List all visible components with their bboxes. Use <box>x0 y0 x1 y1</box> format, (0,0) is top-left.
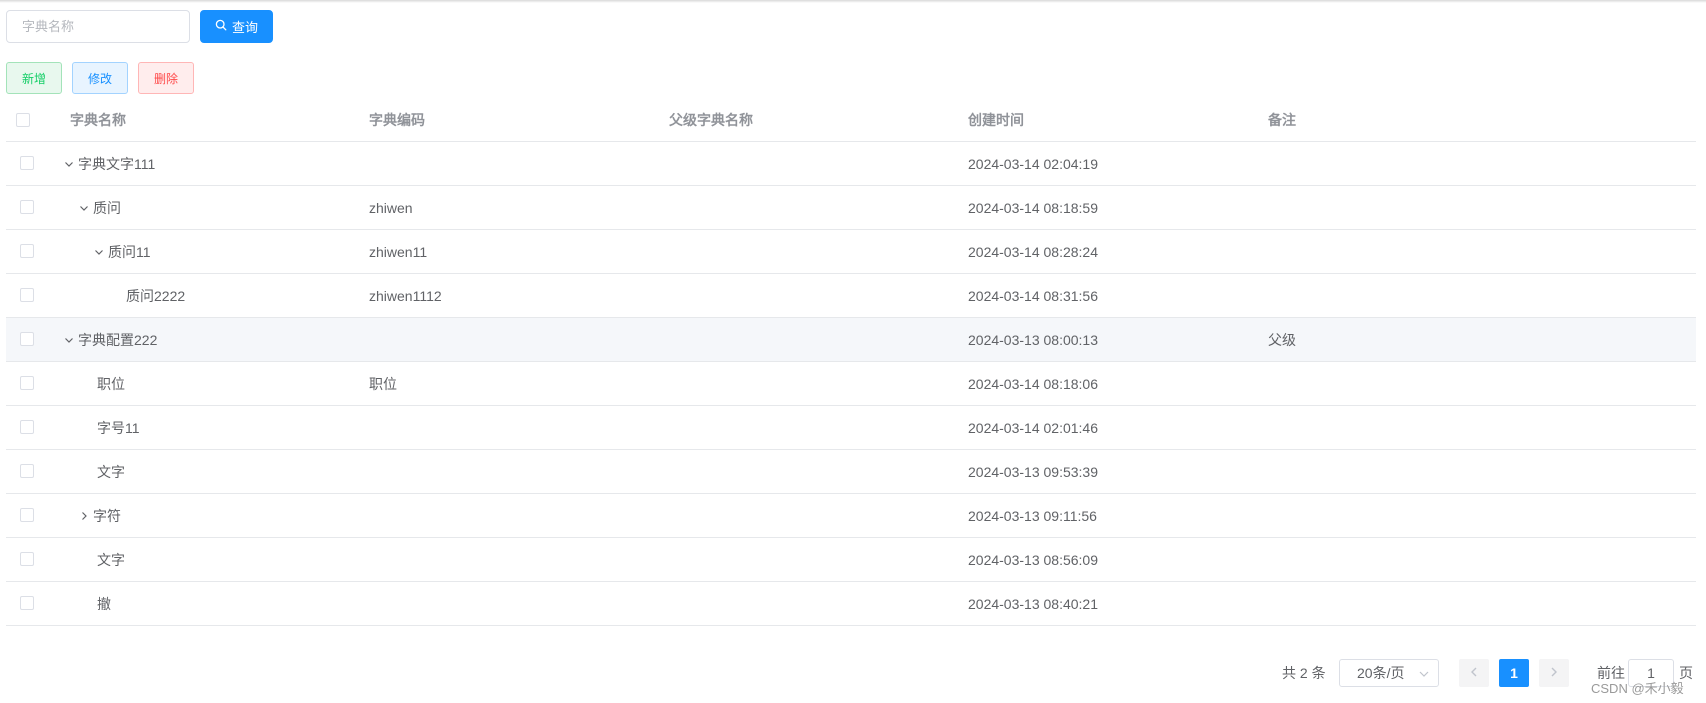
table-header: 字典名称 字典编码 父级字典名称 创建时间 备注 <box>6 98 1696 142</box>
dict-name-text: 字典配置222 <box>78 331 158 348</box>
dict-name-search-input[interactable] <box>6 10 190 43</box>
cell-dict-code: 职位 <box>369 375 397 392</box>
page-size-label: 20条/页 <box>1357 665 1405 681</box>
next-page-button[interactable] <box>1539 659 1569 687</box>
watermark: CSDN @禾小毅 <box>1591 681 1684 696</box>
table-row[interactable]: 字典文字111 2024-03-14 02:04:19 <box>6 142 1696 186</box>
cell-dict-code: zhiwen11 <box>369 243 428 260</box>
table-row[interactable]: 撤 2024-03-13 08:40:21 <box>6 582 1696 626</box>
cell-dict-name: 撤 <box>97 582 111 625</box>
cell-created-time: 2024-03-13 08:00:13 <box>968 331 1098 348</box>
table-row[interactable]: 字号11 2024-03-14 02:01:46 <box>6 406 1696 450</box>
cell-created-time: 2024-03-14 08:18:06 <box>968 375 1098 392</box>
table-row[interactable]: 职位 职位 2024-03-14 08:18:06 <box>6 362 1696 406</box>
dict-name-text: 字号11 <box>97 419 140 436</box>
cell-created-time: 2024-03-14 08:31:56 <box>968 287 1098 304</box>
page-size-select[interactable]: 20条/页 <box>1339 659 1439 687</box>
cell-dict-name: 职位 <box>97 362 125 405</box>
row-checkbox[interactable] <box>20 552 34 566</box>
query-button-label: 查询 <box>231 20 258 35</box>
cell-dict-name: 字典配置222 <box>62 318 157 361</box>
row-checkbox[interactable] <box>20 288 34 302</box>
cell-dict-name: 质问11 <box>92 230 151 273</box>
dict-name-text: 质问11 <box>108 243 151 260</box>
chevron-left-icon <box>1468 665 1480 681</box>
delete-button[interactable]: 删除 <box>138 62 194 94</box>
dict-name-text: 文字 <box>97 463 125 480</box>
edit-button[interactable]: 修改 <box>72 62 128 94</box>
pagination: 共 2 条 20条/页 1 前往 页 <box>0 659 1706 687</box>
row-checkbox[interactable] <box>20 200 34 214</box>
chevron-down-icon[interactable] <box>92 245 106 259</box>
row-checkbox[interactable] <box>20 376 34 390</box>
chevron-down-icon[interactable] <box>62 157 76 171</box>
cell-dict-code: zhiwen1112 <box>369 287 442 304</box>
chevron-right-icon[interactable] <box>77 509 91 523</box>
dict-name-text: 职位 <box>97 375 125 392</box>
cell-created-time: 2024-03-13 09:53:39 <box>968 463 1098 480</box>
table-row[interactable]: 字典配置222 2024-03-13 08:00:13 父级 <box>6 318 1696 362</box>
cell-dict-name: 文字 <box>97 450 125 493</box>
cell-dict-name: 质问2222 <box>126 274 185 317</box>
chevron-down-icon[interactable] <box>62 333 76 347</box>
chevron-down-icon <box>1418 667 1430 679</box>
cell-dict-name: 字符 <box>77 494 121 537</box>
table-row[interactable]: 质问11 zhiwen11 2024-03-14 08:28:24 <box>6 230 1696 274</box>
top-shadow <box>0 0 1706 3</box>
cell-dict-name: 字号11 <box>97 406 140 449</box>
cell-created-time: 2024-03-14 08:28:24 <box>968 243 1098 260</box>
dict-name-text: 质问 <box>93 199 121 216</box>
search-bar: 查询 <box>6 10 273 43</box>
header-parent-name: 父级字典名称 <box>669 111 753 128</box>
page-number-current[interactable]: 1 <box>1499 659 1529 687</box>
cell-dict-name: 文字 <box>97 538 125 581</box>
row-checkbox[interactable] <box>20 420 34 434</box>
row-checkbox[interactable] <box>20 464 34 478</box>
select-all-checkbox[interactable] <box>16 113 30 127</box>
query-button[interactable]: 查询 <box>200 10 273 43</box>
table-row[interactable]: 质问2222 zhiwen1112 2024-03-14 08:31:56 <box>6 274 1696 318</box>
row-checkbox[interactable] <box>20 244 34 258</box>
header-dict-code: 字典编码 <box>369 111 425 128</box>
dict-table: 字典名称 字典编码 父级字典名称 创建时间 备注 字典文字111 2024-03-… <box>6 98 1696 626</box>
dict-name-text: 撤 <box>97 595 111 612</box>
dict-name-text: 文字 <box>97 551 125 568</box>
dict-name-text: 字典文字111 <box>78 155 156 172</box>
cell-created-time: 2024-03-14 02:01:46 <box>968 419 1098 436</box>
chevron-right-icon <box>1548 665 1560 681</box>
header-dict-name: 字典名称 <box>70 111 126 128</box>
cell-dict-name: 字典文字111 <box>62 142 155 185</box>
cell-dict-code: zhiwen <box>369 199 413 216</box>
cell-created-time: 2024-03-13 09:11:56 <box>968 507 1097 524</box>
dict-name-text: 字符 <box>93 507 121 524</box>
dict-name-text: 质问2222 <box>126 287 186 304</box>
cell-created-time: 2024-03-13 08:40:21 <box>968 595 1098 612</box>
row-checkbox[interactable] <box>20 596 34 610</box>
cell-remark: 父级 <box>1268 331 1296 348</box>
cell-created-time: 2024-03-14 02:04:19 <box>968 155 1098 172</box>
row-checkbox[interactable] <box>20 332 34 346</box>
table-row[interactable]: 文字 2024-03-13 08:56:09 <box>6 538 1696 582</box>
table-body: 字典文字111 2024-03-14 02:04:19 质问 zhiwen 2024-0… <box>6 142 1696 626</box>
pagination-total: 共 2 条 <box>1282 665 1326 681</box>
add-button[interactable]: 新增 <box>6 62 62 94</box>
table-row[interactable]: 文字 2024-03-13 09:53:39 <box>6 450 1696 494</box>
row-checkbox[interactable] <box>20 508 34 522</box>
header-remark: 备注 <box>1268 111 1296 128</box>
cell-dict-name: 质问 <box>77 186 121 229</box>
cell-created-time: 2024-03-14 08:18:59 <box>968 199 1098 216</box>
action-toolbar: 新增 修改 删除 <box>6 62 194 94</box>
table-row[interactable]: 质问 zhiwen 2024-03-14 08:18:59 <box>6 186 1696 230</box>
chevron-down-icon[interactable] <box>77 201 91 215</box>
header-created-time: 创建时间 <box>968 111 1024 128</box>
table-row[interactable]: 字符 2024-03-13 09:11:56 <box>6 494 1696 538</box>
prev-page-button[interactable] <box>1459 659 1489 687</box>
search-icon <box>215 19 227 34</box>
row-checkbox[interactable] <box>20 156 34 170</box>
cell-created-time: 2024-03-13 08:56:09 <box>968 551 1098 568</box>
